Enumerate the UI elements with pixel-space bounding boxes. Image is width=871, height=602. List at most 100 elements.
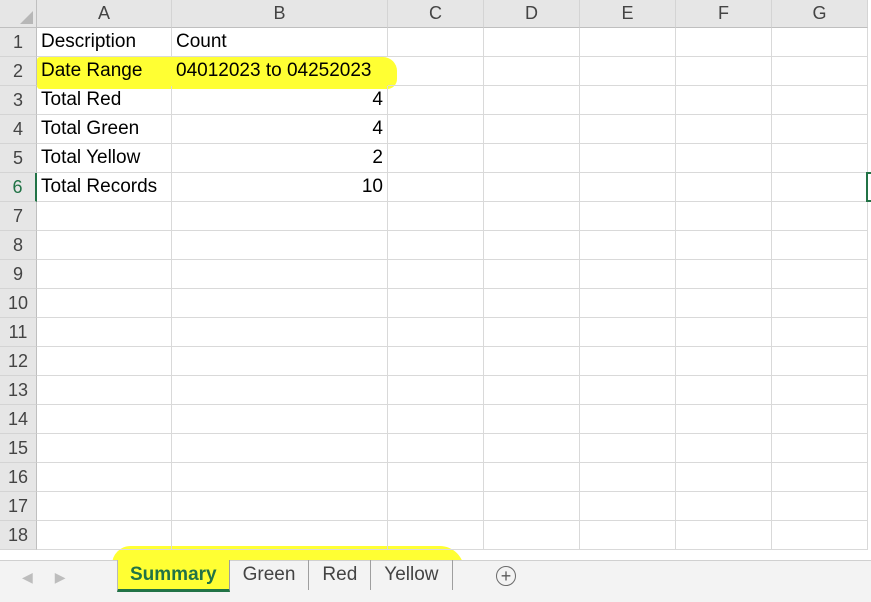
- column-header-f[interactable]: F: [676, 0, 772, 28]
- cell-g1[interactable]: [772, 28, 868, 57]
- sheet-tab-green[interactable]: Green: [230, 560, 310, 590]
- column-header-g[interactable]: G: [772, 0, 868, 28]
- cell-b6[interactable]: 10: [172, 173, 388, 202]
- cell[interactable]: [484, 231, 580, 260]
- cell[interactable]: [388, 260, 484, 289]
- column-header-c[interactable]: C: [388, 0, 484, 28]
- cell[interactable]: [772, 521, 868, 550]
- cell[interactable]: [772, 289, 868, 318]
- row-header-14[interactable]: 14: [0, 405, 37, 434]
- cell-d5[interactable]: [484, 144, 580, 173]
- cell[interactable]: [580, 434, 676, 463]
- cell[interactable]: [484, 318, 580, 347]
- cell[interactable]: [676, 231, 772, 260]
- cell[interactable]: [172, 405, 388, 434]
- cell-e1[interactable]: [580, 28, 676, 57]
- cell-f1[interactable]: [676, 28, 772, 57]
- cell[interactable]: [772, 318, 868, 347]
- cell-b2[interactable]: 04012023 to 04252023: [172, 57, 388, 86]
- cell[interactable]: [172, 260, 388, 289]
- cell[interactable]: [388, 318, 484, 347]
- cell-g6[interactable]: [772, 173, 868, 202]
- cell[interactable]: [37, 492, 172, 521]
- cell[interactable]: [676, 347, 772, 376]
- row-header-17[interactable]: 17: [0, 492, 37, 521]
- cell[interactable]: [37, 289, 172, 318]
- cell-c1[interactable]: [388, 28, 484, 57]
- cell[interactable]: [484, 376, 580, 405]
- cell[interactable]: [772, 434, 868, 463]
- cell-f5[interactable]: [676, 144, 772, 173]
- cell[interactable]: [580, 231, 676, 260]
- cell-a2[interactable]: Date Range: [37, 57, 172, 86]
- row-header-9[interactable]: 9: [0, 260, 37, 289]
- chevron-left-icon[interactable]: ◀: [22, 569, 33, 586]
- row-header-3[interactable]: 3: [0, 86, 37, 115]
- row-header-6[interactable]: 6: [0, 173, 37, 202]
- cell[interactable]: [172, 376, 388, 405]
- cell[interactable]: [37, 376, 172, 405]
- cell[interactable]: [676, 289, 772, 318]
- cell-e3[interactable]: [580, 86, 676, 115]
- cell[interactable]: [676, 405, 772, 434]
- cell[interactable]: [676, 463, 772, 492]
- row-header-8[interactable]: 8: [0, 231, 37, 260]
- cell[interactable]: [37, 434, 172, 463]
- cell[interactable]: [772, 231, 868, 260]
- cell-c3[interactable]: [388, 86, 484, 115]
- cell[interactable]: [580, 405, 676, 434]
- cell[interactable]: [388, 463, 484, 492]
- cell[interactable]: [484, 260, 580, 289]
- cell[interactable]: [388, 289, 484, 318]
- cell[interactable]: [388, 347, 484, 376]
- cell-b5[interactable]: 2: [172, 144, 388, 173]
- cell[interactable]: [772, 376, 868, 405]
- cell[interactable]: [676, 376, 772, 405]
- cell-e4[interactable]: [580, 115, 676, 144]
- cell-c5[interactable]: [388, 144, 484, 173]
- cell[interactable]: [37, 463, 172, 492]
- cell[interactable]: [172, 434, 388, 463]
- cell[interactable]: [484, 289, 580, 318]
- row-header-13[interactable]: 13: [0, 376, 37, 405]
- cell-g3[interactable]: [772, 86, 868, 115]
- cell[interactable]: [676, 260, 772, 289]
- cell[interactable]: [772, 405, 868, 434]
- cell-e6[interactable]: [580, 173, 676, 202]
- cell[interactable]: [676, 492, 772, 521]
- column-header-e[interactable]: E: [580, 0, 676, 28]
- row-header-16[interactable]: 16: [0, 463, 37, 492]
- row-header-7[interactable]: 7: [0, 202, 37, 231]
- cell[interactable]: [580, 492, 676, 521]
- cell-d6[interactable]: [484, 173, 580, 202]
- cell[interactable]: [580, 463, 676, 492]
- cell-d2[interactable]: [484, 57, 580, 86]
- column-header-d[interactable]: D: [484, 0, 580, 28]
- row-header-4[interactable]: 4: [0, 115, 37, 144]
- cell[interactable]: [172, 347, 388, 376]
- cell[interactable]: [388, 434, 484, 463]
- cell-f2[interactable]: [676, 57, 772, 86]
- cell[interactable]: [676, 318, 772, 347]
- cell[interactable]: [484, 347, 580, 376]
- cell-a5[interactable]: Total Yellow: [37, 144, 172, 173]
- cell[interactable]: [37, 347, 172, 376]
- cell[interactable]: [580, 521, 676, 550]
- cell-g5[interactable]: [772, 144, 868, 173]
- cell[interactable]: [676, 434, 772, 463]
- cell[interactable]: [580, 202, 676, 231]
- cell[interactable]: [37, 260, 172, 289]
- cell[interactable]: [37, 202, 172, 231]
- cell-d1[interactable]: [484, 28, 580, 57]
- cell[interactable]: [484, 202, 580, 231]
- chevron-right-icon[interactable]: ▶: [55, 569, 66, 586]
- cell[interactable]: [388, 492, 484, 521]
- cell-c6[interactable]: [388, 173, 484, 202]
- cell[interactable]: [772, 202, 868, 231]
- cell-g2[interactable]: [772, 57, 868, 86]
- cell[interactable]: [484, 405, 580, 434]
- row-header-5[interactable]: 5: [0, 144, 37, 173]
- cell[interactable]: [484, 521, 580, 550]
- cell-b4[interactable]: 4: [172, 115, 388, 144]
- column-header-a[interactable]: A: [37, 0, 172, 28]
